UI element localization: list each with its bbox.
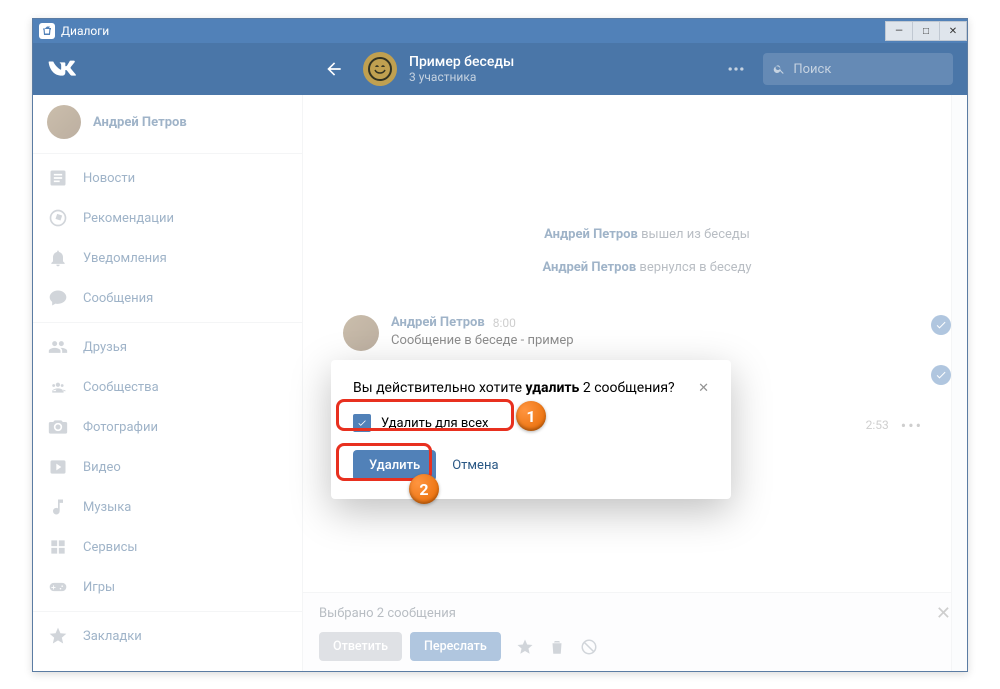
chat-avatar[interactable] <box>363 52 397 86</box>
modal-title: Вы действительно хотите удалить 2 сообще… <box>353 380 709 396</box>
window-title: Диалоги <box>61 24 109 38</box>
back-button[interactable] <box>317 52 351 86</box>
checkbox-checked-icon[interactable] <box>353 414 371 432</box>
maximize-button[interactable]: □ <box>912 21 940 41</box>
app-body: Андрей Петров Новости Рекомендации Уведо… <box>33 95 967 671</box>
annotation-badge-2: 2 <box>409 474 439 504</box>
search-box[interactable] <box>763 53 953 85</box>
minimize-button[interactable]: — <box>885 21 913 41</box>
chat-subtitle: 3 участника <box>409 70 719 84</box>
app-root: Пример беседы 3 участника Андрей Петров … <box>33 43 967 671</box>
search-icon <box>773 62 785 76</box>
modal-close-icon[interactable]: ✕ <box>698 381 709 396</box>
window-titlebar: Диалоги — □ ✕ <box>33 19 967 43</box>
annotation-badge-1: 1 <box>516 401 546 431</box>
close-button[interactable]: ✕ <box>939 21 967 41</box>
chat-title: Пример беседы <box>409 54 719 70</box>
more-button[interactable] <box>719 52 753 86</box>
app-header: Пример беседы 3 участника <box>33 43 967 95</box>
window-controls: — □ ✕ <box>886 21 967 41</box>
checkbox-label: Удалить для всех <box>381 416 488 431</box>
vk-logo-icon[interactable] <box>47 59 77 79</box>
app-window: Диалоги — □ ✕ Пример бе <box>32 18 968 672</box>
chat-info[interactable]: Пример беседы 3 участника <box>409 54 719 84</box>
app-icon <box>39 23 55 39</box>
cancel-link[interactable]: Отмена <box>452 458 498 473</box>
search-input[interactable] <box>793 62 943 77</box>
